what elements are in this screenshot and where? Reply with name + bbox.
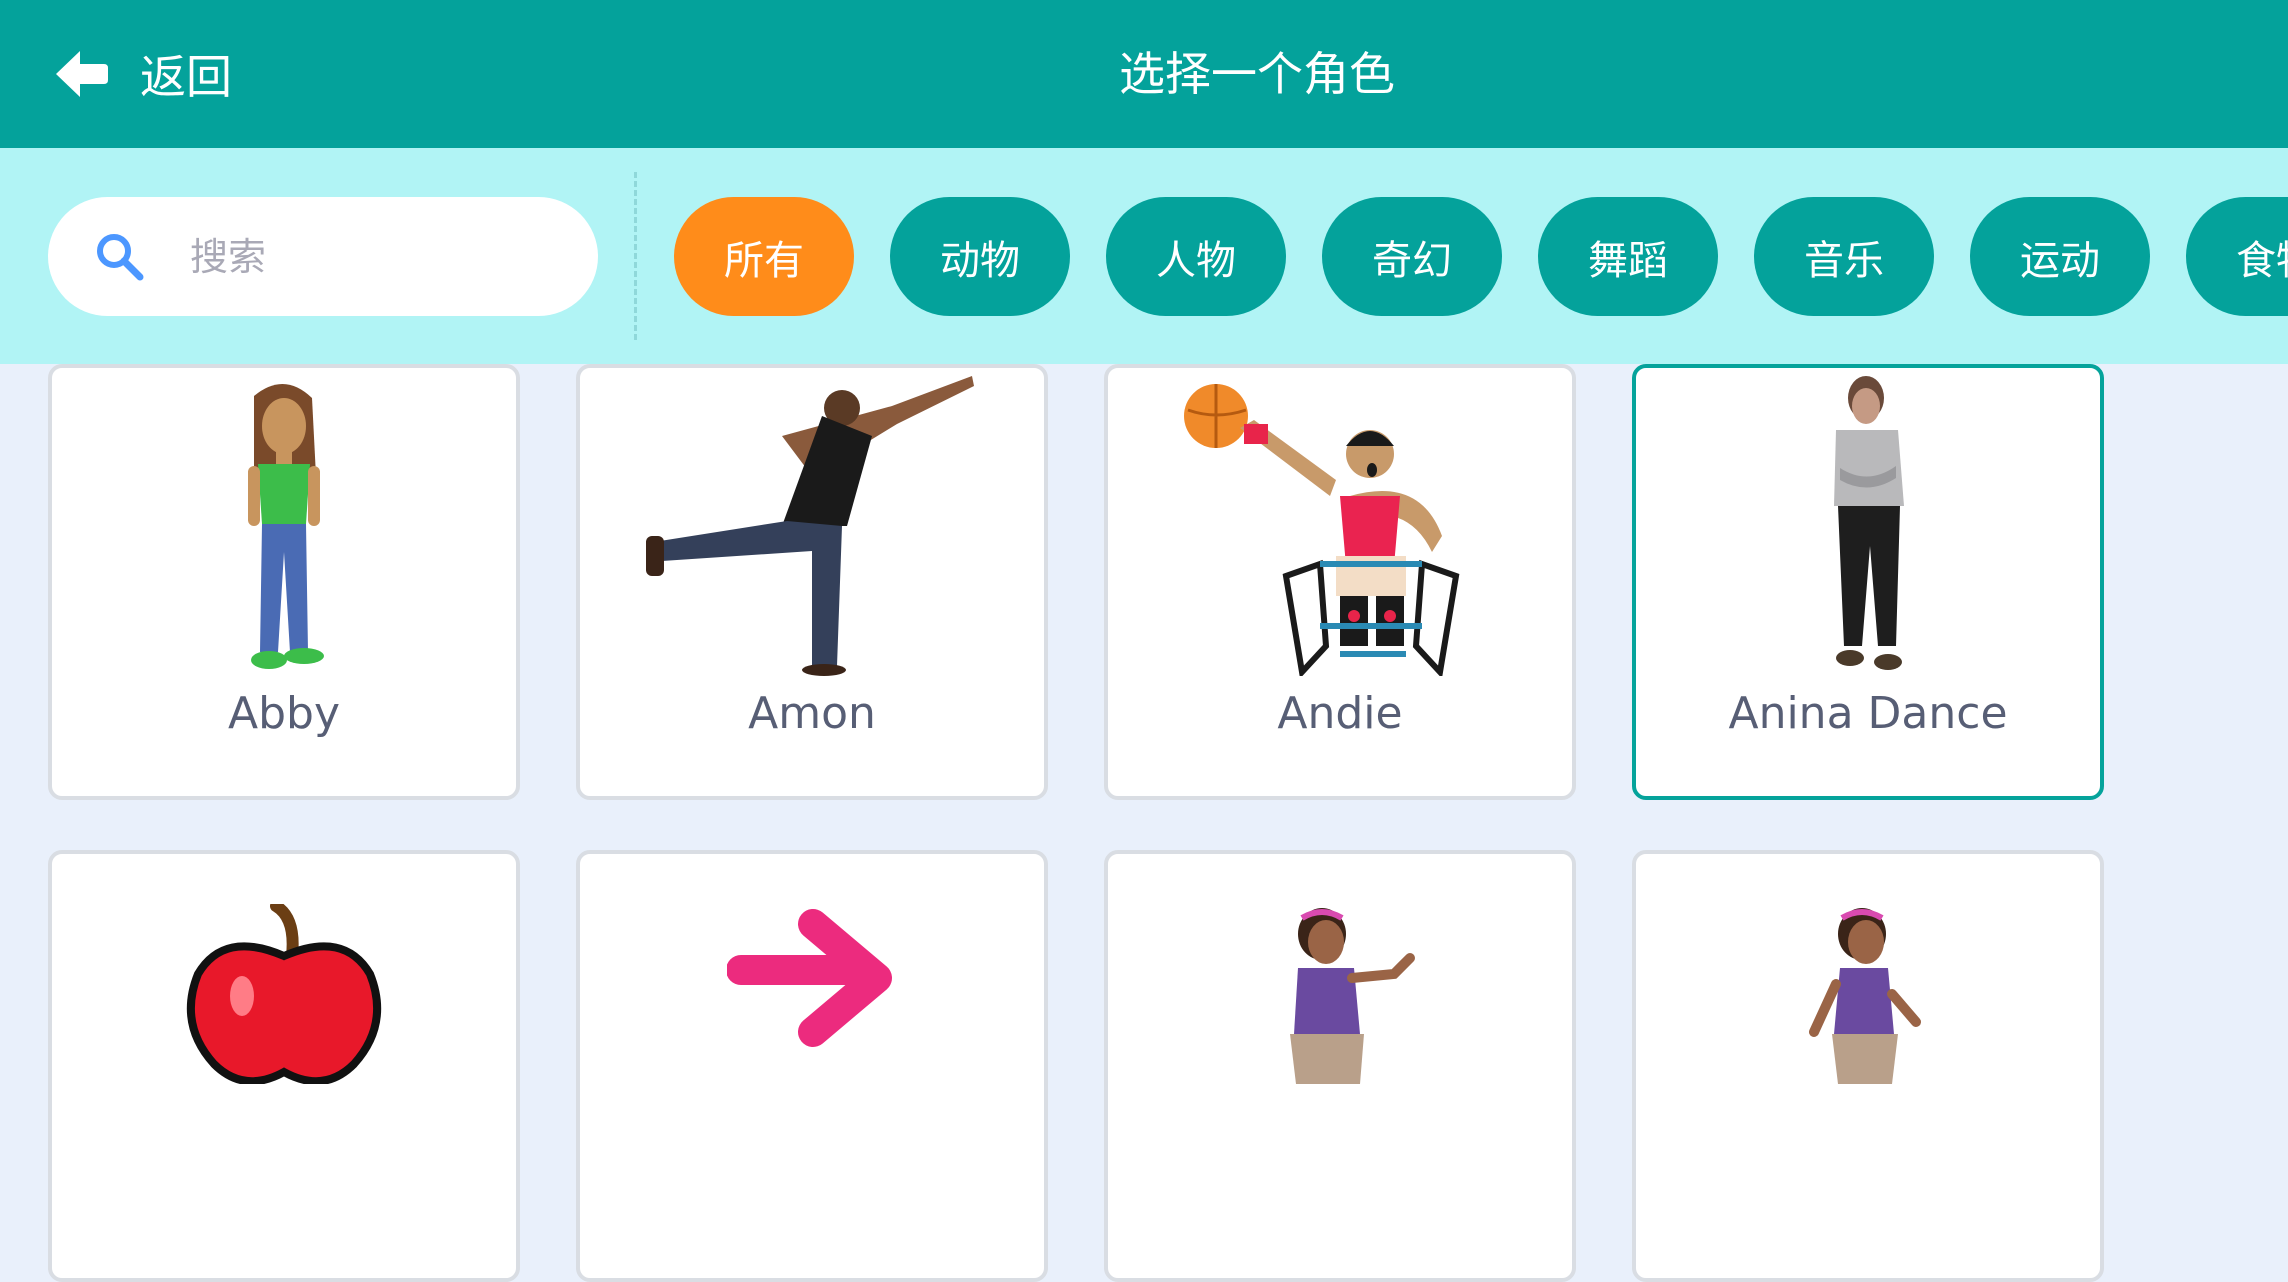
arrow-sprite-icon bbox=[580, 908, 1044, 1208]
apple-sprite-icon bbox=[52, 904, 516, 1204]
anina-dance-sprite-icon bbox=[1636, 376, 2100, 676]
sprite-card-avery-walking[interactable] bbox=[1632, 850, 2104, 1282]
page-title: 选择一个角色 bbox=[1119, 47, 1395, 101]
tag-dance[interactable]: 舞蹈 bbox=[1538, 197, 1718, 316]
tag-all[interactable]: 所有 bbox=[674, 197, 854, 316]
header-bar: 返回 选择一个角色 bbox=[0, 0, 2288, 148]
sprite-card-amon[interactable]: Amon bbox=[576, 364, 1048, 800]
filter-bar: 所有 动物 人物 奇幻 舞蹈 音乐 运动 食物 bbox=[0, 148, 2288, 364]
avery-walking-sprite-icon bbox=[1636, 904, 2100, 1204]
sprite-name: Anina Dance bbox=[1728, 688, 2008, 739]
abby-sprite-icon bbox=[52, 376, 516, 676]
search-icon bbox=[97, 233, 144, 280]
tag-people[interactable]: 人物 bbox=[1106, 197, 1286, 316]
tag-sports[interactable]: 运动 bbox=[1970, 197, 2150, 316]
filter-divider bbox=[634, 172, 637, 340]
sprite-card-arrow[interactable] bbox=[576, 850, 1048, 1282]
search-input[interactable] bbox=[188, 233, 552, 280]
avery-sprite-icon bbox=[1108, 904, 1572, 1204]
sprite-name: Andie bbox=[1277, 688, 1403, 739]
sprite-name: Amon bbox=[748, 688, 876, 739]
sprite-card-abby[interactable]: Abby bbox=[48, 364, 520, 800]
sprite-card-andie[interactable]: Andie bbox=[1104, 364, 1576, 800]
search-box[interactable] bbox=[48, 197, 598, 316]
sprite-card-apple[interactable] bbox=[48, 850, 520, 1282]
sprite-card-anina-dance[interactable]: Anina Dance bbox=[1632, 364, 2104, 800]
sprite-name: Abby bbox=[228, 688, 340, 739]
category-tags: 所有 动物 人物 奇幻 舞蹈 音乐 运动 食物 bbox=[674, 197, 2288, 316]
tag-food[interactable]: 食物 bbox=[2186, 197, 2288, 316]
sprite-card-avery[interactable] bbox=[1104, 850, 1576, 1282]
andie-sprite-icon bbox=[1108, 376, 1572, 676]
tag-music[interactable]: 音乐 bbox=[1754, 197, 1934, 316]
amon-sprite-icon bbox=[580, 376, 1044, 676]
tag-animals[interactable]: 动物 bbox=[890, 197, 1070, 316]
tag-fantasy[interactable]: 奇幻 bbox=[1322, 197, 1502, 316]
